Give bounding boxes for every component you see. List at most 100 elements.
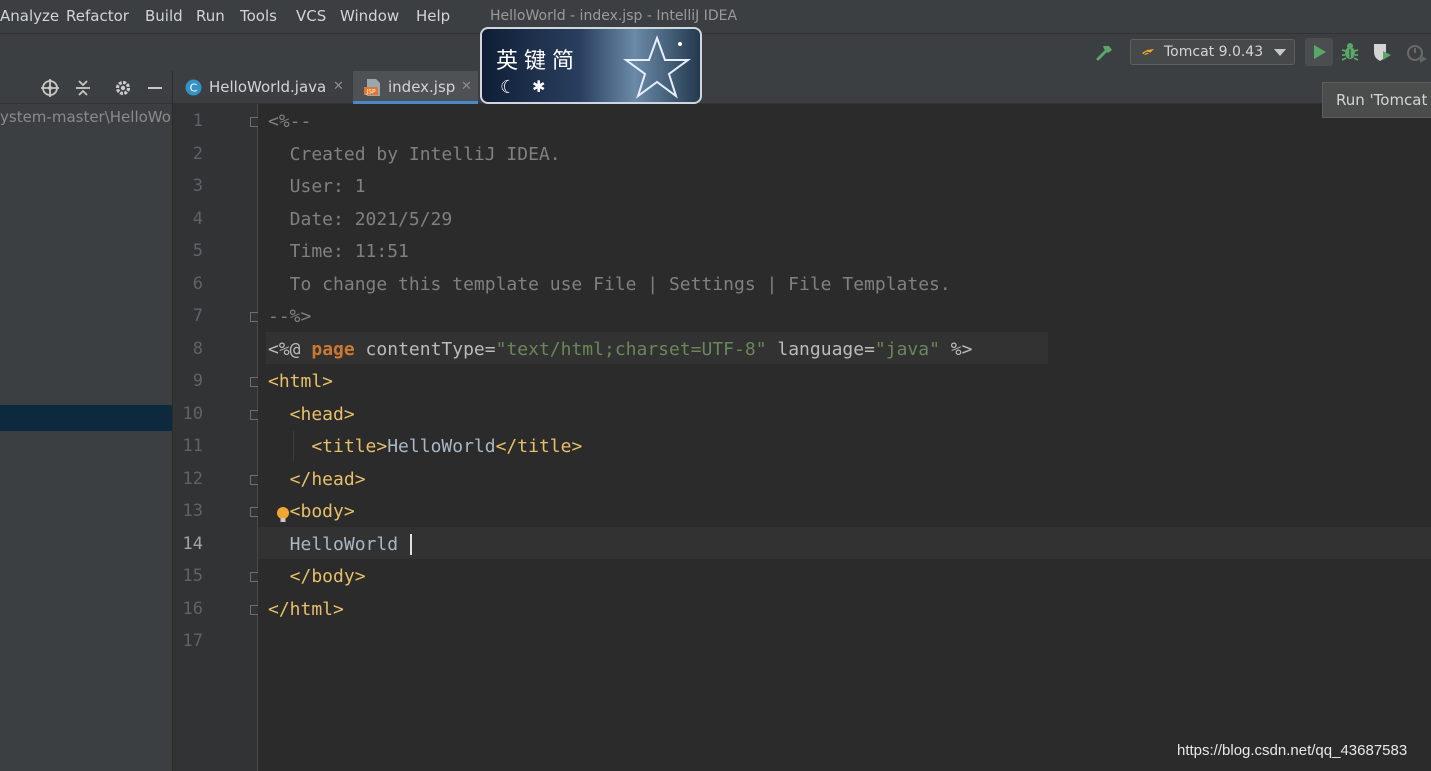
toolbar: Tomcat 9.0.43	[0, 33, 1431, 72]
ime-mode-label[interactable]: 英键简	[496, 43, 580, 75]
menu-analyze[interactable]: Analyze	[0, 7, 59, 25]
debug-icon[interactable]	[1338, 40, 1362, 64]
tab-index-jsp[interactable]: JSP index.jsp ✕	[353, 71, 478, 104]
code-token: page	[311, 338, 355, 360]
code-token: HelloWorld	[268, 533, 399, 555]
project-panel: ystem-master\HelloWor	[0, 104, 172, 771]
editor-gutter: 1 2 3 4 5 6 7 8 9 10 11 12 13 14 15 16 17	[173, 104, 260, 771]
editor-tab-bar: C HelloWorld.java ✕ JSP index.jsp ✕	[173, 71, 1431, 104]
jsp-file-icon: JSP	[364, 79, 380, 96]
line-number: 7	[192, 306, 203, 326]
line-number: 3	[192, 176, 203, 196]
line-number: 13	[182, 501, 203, 521]
line-number: 15	[182, 566, 203, 586]
code-token: </html>	[268, 598, 344, 620]
project-selected-row[interactable]	[0, 405, 172, 431]
code-token: Created by IntelliJ IDEA.	[268, 143, 561, 165]
chevron-down-icon	[1274, 49, 1286, 56]
gear-icon[interactable]: ✱	[532, 77, 545, 96]
window-title: HelloWorld - index.jsp - IntelliJ IDEA	[490, 8, 738, 24]
menu-help[interactable]: Help	[416, 7, 450, 25]
profile-icon[interactable]	[1405, 41, 1429, 65]
lightbulb-icon[interactable]	[276, 506, 290, 524]
tomcat-icon	[1142, 49, 1154, 55]
code-line: <html>	[268, 366, 333, 398]
svg-text:JSP: JSP	[365, 89, 376, 96]
code-line: </body>	[268, 561, 366, 593]
code-token: <title>	[268, 436, 388, 457]
code-line: Date: 2021/5/29	[268, 204, 453, 236]
moon-icon[interactable]: ☾	[500, 77, 516, 98]
close-icon[interactable]: ✕	[461, 79, 472, 94]
code-token: "text/html;charset=UTF-8"	[495, 338, 767, 360]
code-line: <%@ page contentType="text/html;charset=…	[268, 334, 972, 366]
code-line: <%--	[268, 106, 311, 138]
code-line: HelloWorld	[268, 529, 398, 561]
hammer-icon[interactable]	[1093, 42, 1115, 64]
menu-window[interactable]: Window	[340, 7, 399, 25]
code-line: User: 1	[268, 171, 366, 203]
run-tooltip: Run 'Tomcat	[1322, 82, 1431, 118]
collapse-icon[interactable]	[73, 78, 93, 98]
code-line: <head>	[268, 399, 355, 431]
tab-label: index.jsp	[388, 78, 456, 96]
code-token: </title>	[495, 436, 583, 457]
watermark: https://blog.csdn.net/qq_43687583	[1177, 742, 1408, 759]
menu-refactor[interactable]: Refactor	[66, 7, 129, 25]
menu-vcs[interactable]: VCS	[296, 7, 326, 25]
code-token: <head>	[268, 403, 355, 425]
project-path[interactable]: ystem-master\HelloWor	[0, 108, 172, 126]
line-number: 9	[192, 371, 203, 391]
menu-build[interactable]: Build	[145, 7, 183, 25]
code-token: To change this template use File | Setti…	[268, 273, 951, 295]
line-number: 2	[192, 143, 203, 164]
ime-toolbar[interactable]: 英键简 ☾ ✱	[480, 27, 702, 104]
code-token: "java"	[874, 338, 940, 360]
minimize-icon[interactable]	[145, 78, 165, 98]
star-icon	[622, 35, 692, 99]
line-number: 1	[192, 111, 203, 131]
project-panel-header	[0, 71, 172, 104]
code-line: --%>	[268, 301, 311, 333]
code-line: <title>HelloWorld</title>	[268, 431, 582, 463]
line-number: 5	[192, 241, 203, 261]
code-token: HelloWorld	[387, 436, 496, 457]
line-number: 8	[192, 338, 203, 359]
line-number: 4	[192, 208, 203, 229]
code-token: %>	[939, 338, 973, 360]
menu-run[interactable]: Run	[196, 7, 225, 25]
code-token: <%@	[268, 338, 312, 360]
line-number: 6	[192, 273, 203, 294]
code-line: Created by IntelliJ IDEA.	[268, 139, 561, 171]
code-token: Date: 2021/5/29	[268, 208, 453, 230]
code-token: </head>	[268, 468, 366, 490]
line-number: 17	[182, 631, 203, 651]
coverage-icon[interactable]	[1370, 40, 1394, 64]
line-number: 16	[182, 598, 203, 619]
code-token: <%--	[268, 111, 312, 132]
code-line: </html>	[268, 594, 344, 626]
run-icon	[1314, 45, 1326, 59]
run-button[interactable]	[1305, 38, 1333, 66]
close-icon[interactable]: ✕	[333, 79, 344, 94]
tab-helloworld-java[interactable]: C HelloWorld.java ✕	[173, 71, 353, 104]
svg-text:C: C	[190, 82, 198, 95]
code-line: To change this template use File | Setti…	[268, 269, 951, 301]
text-caret	[410, 534, 412, 555]
current-line-highlight	[258, 527, 1431, 559]
tooltip-text: Run 'Tomcat	[1336, 91, 1428, 109]
code-token: User: 1	[268, 176, 366, 197]
code-editor[interactable]: <%-- Created by IntelliJ IDEA. User: 1 D…	[258, 104, 1431, 771]
indent-guide	[293, 431, 294, 461]
tab-label: HelloWorld.java	[209, 78, 327, 96]
code-line: Time: 11:51	[268, 236, 409, 268]
menu-tools[interactable]: Tools	[240, 7, 277, 25]
gear-icon[interactable]	[113, 78, 133, 98]
line-number: 10	[182, 403, 203, 424]
menu-bar: Analyze Refactor Build Run Tools VCS Win…	[0, 0, 1431, 33]
code-token: <html>	[268, 371, 334, 392]
locate-icon[interactable]	[40, 78, 60, 98]
code-token: language=	[766, 338, 875, 360]
run-configuration-selector[interactable]: Tomcat 9.0.43	[1130, 39, 1295, 65]
code-token: contentType=	[354, 338, 496, 360]
